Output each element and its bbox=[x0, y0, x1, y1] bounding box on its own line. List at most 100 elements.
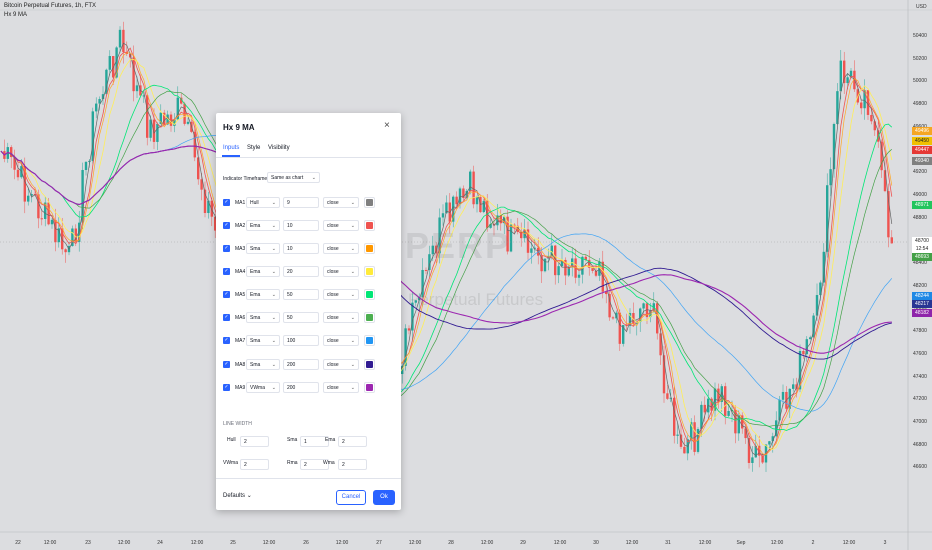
ma-source-select[interactable]: close ⌄ bbox=[323, 289, 359, 300]
ma-source-select[interactable]: close ⌄ bbox=[323, 266, 359, 277]
color-swatch bbox=[366, 291, 373, 298]
ma-length-input[interactable]: 20 bbox=[283, 266, 319, 277]
ma-color-picker[interactable] bbox=[364, 220, 375, 231]
chevron-down-icon: ⌄ bbox=[350, 338, 355, 344]
candle-body bbox=[135, 85, 139, 92]
ma-source-select[interactable]: close ⌄ bbox=[323, 312, 359, 323]
price-chart[interactable] bbox=[0, 0, 932, 550]
price-tick: 47600 bbox=[913, 350, 927, 357]
ma-source-select[interactable]: close ⌄ bbox=[323, 382, 359, 393]
price-tick: 47800 bbox=[913, 328, 927, 335]
ma-color-picker[interactable] bbox=[364, 335, 375, 346]
candle-body bbox=[455, 196, 458, 205]
ma-checkbox[interactable]: ✓ bbox=[223, 245, 230, 252]
ma-label: MA7 bbox=[235, 338, 246, 344]
tab-inputs[interactable]: Inputs bbox=[223, 145, 239, 151]
ma-checkbox[interactable]: ✓ bbox=[223, 361, 230, 368]
ma-source-select[interactable]: close ⌄ bbox=[323, 197, 359, 208]
price-tag: 48971 bbox=[912, 201, 932, 209]
ma-checkbox[interactable]: ✓ bbox=[223, 337, 230, 344]
ma-length-input[interactable]: 100 bbox=[283, 335, 319, 346]
ma-length-input[interactable]: 10 bbox=[283, 243, 319, 254]
candle-body bbox=[193, 131, 196, 158]
line-width-input[interactable]: 2 bbox=[338, 436, 367, 447]
tab-style[interactable]: Style bbox=[247, 145, 260, 151]
cancel-button[interactable]: Cancel bbox=[336, 490, 366, 505]
defaults-button[interactable]: Defaults ⌄ bbox=[223, 492, 252, 499]
chevron-down-icon: ⌄ bbox=[271, 338, 276, 344]
candle-body bbox=[846, 77, 849, 84]
ma-length-input[interactable]: 200 bbox=[283, 359, 319, 370]
ma-color-picker[interactable] bbox=[364, 243, 375, 254]
ma-checkbox[interactable]: ✓ bbox=[223, 199, 230, 206]
price-tag: 48700 bbox=[912, 237, 932, 245]
chevron-down-icon: ⌄ bbox=[246, 493, 252, 499]
candle-body bbox=[642, 303, 645, 309]
chevron-down-icon: ⌄ bbox=[271, 269, 276, 275]
color-swatch bbox=[366, 384, 373, 391]
ma-source-select[interactable]: close ⌄ bbox=[323, 243, 359, 254]
candle-body bbox=[829, 169, 832, 186]
currency-label: USD bbox=[916, 4, 927, 10]
ma-color-picker[interactable] bbox=[364, 266, 375, 277]
price-tick: 50200 bbox=[913, 55, 927, 62]
ma-source-select[interactable]: close ⌄ bbox=[323, 220, 359, 231]
ma-checkbox[interactable]: ✓ bbox=[223, 222, 230, 229]
line-width-input[interactable]: 2 bbox=[338, 459, 367, 470]
time-tick: 28 bbox=[448, 540, 454, 546]
time-tick: 27 bbox=[376, 540, 382, 546]
price-tag: 48693 bbox=[912, 253, 932, 261]
ma-type-select[interactable]: Sma ⌄ bbox=[246, 335, 280, 346]
ma-label: MA1 bbox=[235, 200, 246, 206]
ma-color-picker[interactable] bbox=[364, 289, 375, 300]
ma-color-picker[interactable] bbox=[364, 382, 375, 393]
ma-color-picker[interactable] bbox=[364, 312, 375, 323]
chevron-down-icon: ⌄ bbox=[350, 315, 355, 321]
ma-type-select[interactable]: Ema ⌄ bbox=[246, 289, 280, 300]
time-tick: 12:00 bbox=[842, 540, 856, 546]
ma-checkbox[interactable]: ✓ bbox=[223, 291, 230, 298]
ma-label: MA3 bbox=[235, 246, 246, 252]
time-tick: 29 bbox=[520, 540, 526, 546]
candle-body bbox=[108, 56, 111, 70]
ma-checkbox[interactable]: ✓ bbox=[223, 384, 230, 391]
ma-type-select[interactable]: Sma ⌄ bbox=[246, 243, 280, 254]
active-tab-indicator bbox=[222, 155, 240, 157]
ma-type-select[interactable]: Ema ⌄ bbox=[246, 220, 280, 231]
moving-average-line bbox=[0, 135, 893, 412]
ma-color-picker[interactable] bbox=[364, 197, 375, 208]
footer-divider bbox=[216, 478, 401, 479]
color-swatch bbox=[366, 268, 373, 275]
timeframe-select[interactable]: Same as chart ⌄ bbox=[267, 172, 320, 183]
ma-color-picker[interactable] bbox=[364, 359, 375, 370]
ok-button[interactable]: Ok bbox=[373, 490, 395, 505]
time-tick: 12:00 bbox=[553, 540, 567, 546]
ma-length-input[interactable]: 50 bbox=[283, 289, 319, 300]
chevron-down-icon: ⌄ bbox=[350, 246, 355, 252]
line-width-input[interactable]: 2 bbox=[240, 436, 269, 447]
candle-body bbox=[118, 29, 122, 48]
indicator-legend[interactable]: Hx 9 MA bbox=[4, 12, 27, 18]
time-tick: 12:00 bbox=[625, 540, 639, 546]
chevron-down-icon: ⌄ bbox=[350, 385, 355, 391]
ma-source-select[interactable]: close ⌄ bbox=[323, 359, 359, 370]
time-tick: 12:00 bbox=[117, 540, 131, 546]
ma-length-input[interactable]: 10 bbox=[283, 220, 319, 231]
tab-visibility[interactable]: Visibility bbox=[268, 145, 290, 151]
close-icon[interactable]: × bbox=[384, 120, 390, 131]
ma-length-input[interactable]: 200 bbox=[283, 382, 319, 393]
price-tick: 49000 bbox=[913, 191, 927, 198]
candle-body bbox=[727, 410, 730, 416]
line-width-input[interactable]: 2 bbox=[240, 459, 269, 470]
ma-type-select[interactable]: Ema ⌄ bbox=[246, 266, 280, 277]
ma-length-input[interactable]: 50 bbox=[283, 312, 319, 323]
ma-checkbox[interactable]: ✓ bbox=[223, 314, 230, 321]
ma-type-select[interactable]: Hull ⌄ bbox=[246, 197, 280, 208]
candle-body bbox=[132, 57, 135, 92]
ma-type-select[interactable]: Sma ⌄ bbox=[246, 312, 280, 323]
ma-type-select[interactable]: Sma ⌄ bbox=[246, 359, 280, 370]
ma-length-input[interactable]: 9 bbox=[283, 197, 319, 208]
ma-type-select[interactable]: VWma ⌄ bbox=[246, 382, 280, 393]
ma-source-select[interactable]: close ⌄ bbox=[323, 335, 359, 346]
ma-checkbox[interactable]: ✓ bbox=[223, 268, 230, 275]
